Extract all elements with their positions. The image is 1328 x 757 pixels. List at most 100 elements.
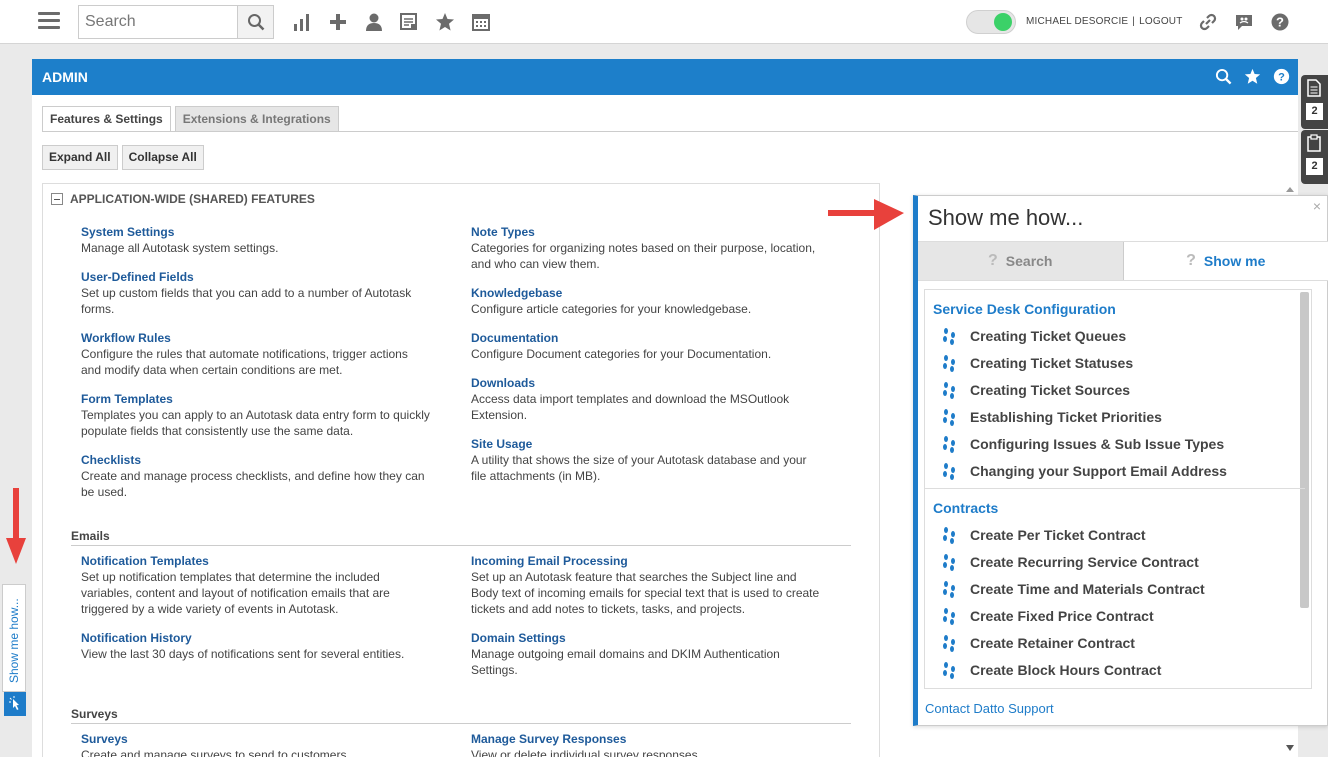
feature-item: Note Types Categories for organizing not… [471,225,821,272]
feature-link[interactable]: Note Types [471,225,821,240]
form-icon[interactable] [398,11,420,33]
star-icon[interactable] [1244,68,1261,85]
feature-item: Notification Templates Set up notificati… [81,554,401,617]
feature-link[interactable]: Checklists [81,453,436,468]
feature-item: System Settings Manage all Autotask syst… [81,225,431,256]
person-icon[interactable] [363,11,385,33]
feature-link[interactable]: Notification Templates [81,554,401,569]
global-search [78,5,274,39]
status-toggle[interactable] [966,10,1016,34]
feature-link[interactable]: Surveys [81,732,431,747]
walkthrough-item[interactable]: Create Block Hours Contract [943,662,1162,679]
tab-extensions-integrations[interactable]: Extensions & Integrations [174,106,339,132]
star-icon[interactable] [434,11,456,33]
footsteps-icon [943,554,957,571]
walkthrough-item-label: Creating Ticket Sources [970,382,1131,398]
footsteps-icon [943,463,957,480]
expand-all-button[interactable]: Expand All [42,145,118,170]
admin-header: ADMIN ? [32,59,1298,95]
tab-show-me-label: Show me [1203,253,1266,269]
page-title: ADMIN [42,69,88,85]
tab-search-label: Search [1005,253,1053,269]
feature-item: Checklists Create and manage process che… [81,453,436,500]
feature-link[interactable]: Manage Survey Responses [471,732,821,747]
feature-link[interactable]: Workflow Rules [81,331,421,346]
link-icon[interactable] [1197,11,1219,33]
feature-desc: Create and manage surveys to send to cus… [81,748,350,757]
walkthrough-item[interactable]: Create Recurring Service Contract [943,554,1199,571]
feature-desc: Set up an Autotask feature that searches… [471,570,820,616]
menu-icon[interactable] [38,12,60,30]
walkthrough-item-label: Create Block Hours Contract [970,662,1162,678]
feature-link[interactable]: Downloads [471,376,811,391]
walkthrough-item[interactable]: Create Fixed Price Contract [943,608,1154,625]
feature-desc: Configure article categories for your kn… [471,302,752,316]
section-header[interactable]: APPLICATION-WIDE (SHARED) FEATURES [51,192,315,206]
chart-icon[interactable] [291,11,313,33]
question-icon: ? [1186,252,1196,269]
user-name: MICHAEL DESORCIE [1026,16,1129,27]
list-scrollbar[interactable] [1300,292,1309,608]
side-widget-documents[interactable]: 2 [1301,75,1328,129]
user-separator: | [1132,16,1136,27]
footsteps-icon [943,635,957,652]
plus-icon[interactable] [327,11,349,33]
feature-link[interactable]: Documentation [471,331,821,346]
feature-item: Site Usage A utility that shows the size… [471,437,816,484]
walkthrough-item[interactable]: Creating Ticket Statuses [943,355,1133,372]
feature-desc: Manage all Autotask system settings. [81,241,279,255]
chat-icon[interactable] [1233,11,1255,33]
feature-desc: Set up notification templates that deter… [81,570,390,616]
show-me-how-tab[interactable]: Show me how... [2,584,26,692]
feature-link[interactable]: Incoming Email Processing [471,554,821,569]
walkthrough-item[interactable]: Creating Ticket Sources [943,382,1131,399]
help-icon[interactable]: ? [1269,11,1291,33]
feature-desc: Configure the rules that automate notifi… [81,347,408,377]
feature-item: Surveys Create and manage surveys to sen… [81,732,431,757]
feature-link[interactable]: Domain Settings [471,631,791,646]
walkthrough-item[interactable]: Establishing Ticket Priorities [943,409,1162,426]
tab-features-settings[interactable]: Features & Settings [42,106,171,132]
collapse-all-button[interactable]: Collapse All [121,145,204,170]
feature-link[interactable]: Knowledgebase [471,286,821,301]
feature-item: Form Templates Templates you can apply t… [81,392,431,439]
feature-link[interactable]: Site Usage [471,437,816,452]
walkthrough-item[interactable]: Create Per Ticket Contract [943,527,1146,544]
walkthrough-item-label: Create Per Ticket Contract [970,527,1146,543]
walkthrough-item[interactable]: Create Time and Materials Contract [943,581,1205,598]
feature-link[interactable]: User-Defined Fields [81,270,421,285]
walkthrough-item-label: Changing your Support Email Address [970,463,1227,479]
walkthrough-item[interactable]: Create Retainer Contract [943,635,1135,652]
search-icon[interactable] [1215,68,1232,85]
search-input[interactable] [79,6,237,38]
feature-item: Knowledgebase Configure article categori… [471,286,821,317]
contact-support-link[interactable]: Contact Datto Support [925,701,1054,716]
red-arrow-right-icon [828,199,904,230]
walkthrough-item[interactable]: Configuring Issues & Sub Issue Types [943,436,1224,453]
walkthrough-item-label: Create Time and Materials Contract [970,581,1205,597]
tab-show-me[interactable]: ? Show me [1123,242,1328,280]
tab-search[interactable]: ? Search [918,242,1124,280]
pointer-icon[interactable] [4,692,26,716]
side-widget-clipboard[interactable]: 2 [1301,130,1328,184]
walkthrough-item[interactable]: Creating Ticket Queues [943,328,1126,345]
logout-link[interactable]: LOGOUT [1139,16,1182,27]
question-icon: ? [988,252,998,269]
feature-link[interactable]: Form Templates [81,392,431,407]
walkthrough-item-label: Create Fixed Price Contract [970,608,1154,624]
feature-link[interactable]: Notification History [81,631,431,646]
help-icon[interactable]: ? [1273,68,1290,85]
feature-desc: Create and manage process checklists, an… [81,469,425,499]
walkthrough-item[interactable]: Changing your Support Email Address [943,463,1227,480]
surveys-heading: Surveys [71,707,118,721]
panel-title: Show me how... [928,205,1084,230]
collapse-icon[interactable] [51,193,63,205]
feature-desc: Categories for organizing notes based on… [471,241,816,271]
calendar-icon[interactable] [470,11,492,33]
footsteps-icon [943,662,957,679]
section-header-label: APPLICATION-WIDE (SHARED) FEATURES [70,192,315,206]
category-heading: Service Desk Configuration [933,301,1116,317]
search-button[interactable] [237,6,273,38]
feature-link[interactable]: System Settings [81,225,431,240]
close-icon[interactable]: × [1313,198,1321,214]
